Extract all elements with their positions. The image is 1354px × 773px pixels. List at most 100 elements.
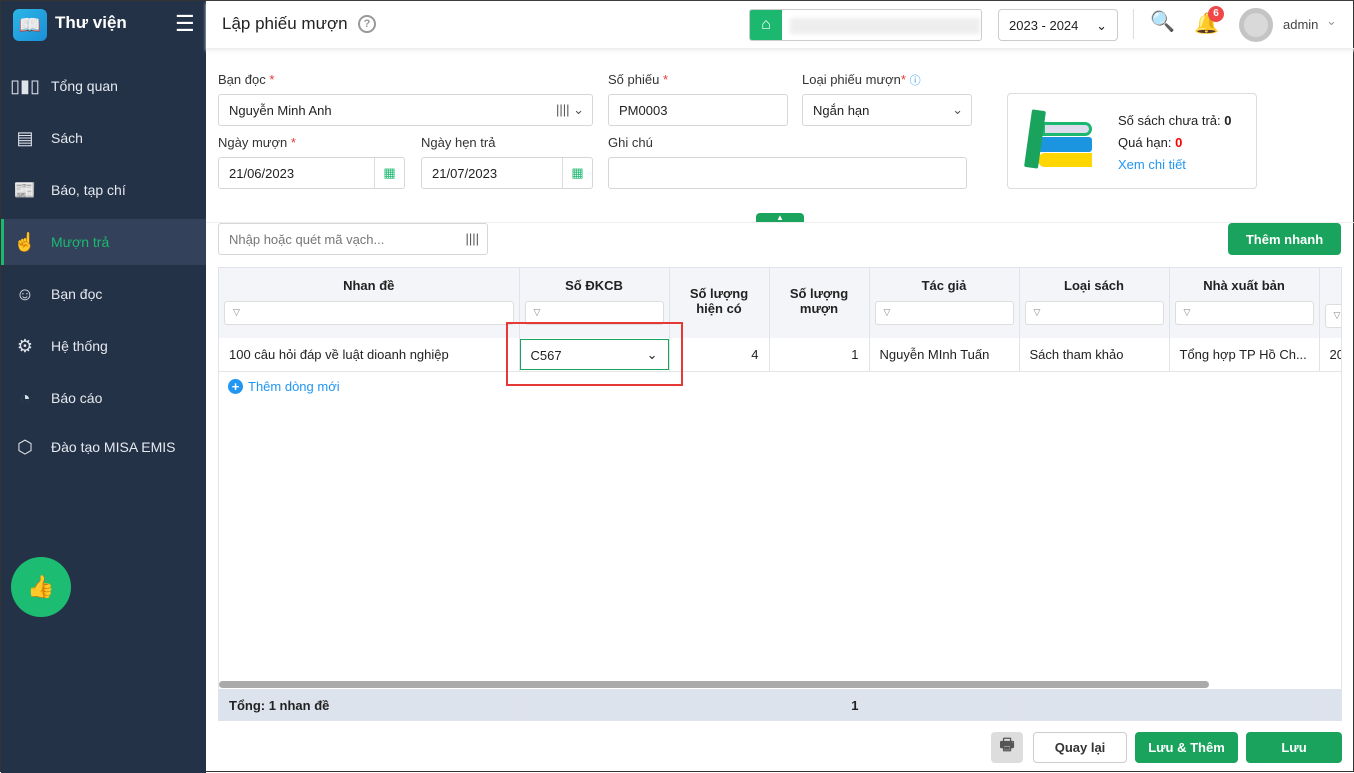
cube-icon: ⬡	[17, 436, 33, 457]
ban-doc-input[interactable]: Nguyễn Minh Anh |||| ⌄	[218, 94, 593, 126]
user-name[interactable]: admin	[1283, 17, 1318, 32]
borrow-summary-card: Số sách chưa trả: 0 Quá hạn: 0 Xem chi t…	[1007, 93, 1257, 189]
sidebar-item-ban-doc[interactable]: ☺ Bạn đọc	[1, 271, 206, 317]
chevron-down-icon[interactable]: ⌄	[1326, 13, 1337, 29]
divider	[1133, 9, 1134, 39]
cell-available: 4	[669, 338, 770, 372]
menu-toggle-icon[interactable]: ☰	[175, 11, 195, 37]
loai-phieu-value: Ngắn hạn	[813, 103, 870, 118]
app-name: Thư viện	[55, 13, 127, 32]
calendar-icon[interactable]: ▦	[562, 158, 592, 188]
notification-badge: 6	[1208, 6, 1224, 22]
add-row-link[interactable]: + Thêm dòng mới	[228, 379, 340, 394]
save-and-add-button[interactable]: Lưu & Thêm	[1135, 732, 1238, 763]
school-year-select[interactable]: 2023 - 2024 ⌄	[998, 9, 1118, 41]
horizontal-scrollbar[interactable]	[219, 681, 1209, 688]
quick-add-button[interactable]: Thêm nhanh	[1228, 223, 1341, 255]
ngay-hen-tra-input[interactable]: 21/07/2023 ▦	[421, 157, 593, 189]
borrow-icon: ☝	[13, 231, 37, 252]
barcode-icon[interactable]: ||||	[465, 231, 479, 246]
filter-input[interactable]: ▽	[1174, 301, 1314, 325]
sidebar-item-label: Báo, tạp chí	[51, 182, 126, 198]
filter-input[interactable]: ▽	[874, 301, 1014, 325]
footer-borrow-total: 1	[769, 689, 870, 720]
col-tac-gia: Tác giả ▽	[869, 268, 1020, 338]
table-row[interactable]: 100 câu hỏi đáp về luật dioanh nghiệp C5…	[219, 338, 1341, 372]
sidebar-item-he-thong[interactable]: ⚙ Hệ thống	[1, 323, 206, 369]
cell-type: Sách tham khảo	[1019, 338, 1170, 372]
back-button[interactable]: Quay lại	[1033, 732, 1127, 763]
save-button[interactable]: Lưu	[1246, 732, 1342, 763]
col-nhan-de: Nhan đề ▽	[219, 268, 520, 338]
cell-publisher: Tổng hợp TP Hồ Ch...	[1169, 338, 1320, 372]
footer-total-label: Tổng: 1 nhan đề	[219, 689, 520, 720]
ngay-hen-tra-value: 21/07/2023	[432, 166, 498, 181]
sidebar-item-label: Tổng quan	[51, 78, 118, 94]
school-year-value: 2023 - 2024	[1009, 18, 1079, 33]
table-grid: Nhan đề ▽ Số ĐKCB ▽ Số lượng hiện có Số lư…	[219, 268, 1341, 372]
col-extra: ▽	[1319, 268, 1341, 338]
filter-input[interactable]: ▽	[1324, 304, 1341, 328]
sidebar: 📖 Thư viện ☰ ▯▮▯ Tổng quan ▤ Sách 📰 Báo, tạ…	[1, 1, 206, 773]
highlight-box	[506, 322, 683, 386]
filter-input[interactable]: ▽	[1024, 301, 1164, 325]
sidebar-item-tong-quan[interactable]: ▯▮▯ Tổng quan	[1, 63, 206, 109]
cell-author: Nguyễn MInh Tuấn	[869, 338, 1020, 372]
overdue-count: Quá hạn: 0	[1118, 135, 1183, 150]
sidebar-item-dao-tao[interactable]: ⬡ Đào tạo MISA EMIS	[1, 424, 206, 470]
sidebar-item-label: Hệ thống	[51, 338, 108, 354]
books-stack-icon	[1022, 109, 1096, 172]
pie-chart-icon: ◔	[19, 387, 31, 408]
cell-title: 100 câu hỏi đáp về luật dioanh nghiệp	[219, 338, 520, 372]
home-icon: ⌂	[750, 10, 782, 40]
table-header: Nhan đề ▽ Số ĐKCB ▽ Số lượng hiện có Số lư…	[219, 268, 1341, 338]
sidebar-item-muon-tra[interactable]: ☝ Mượn trả	[1, 219, 206, 265]
barcode-input[interactable]: Nhập hoặc quét mã vạch... ||||	[218, 223, 488, 255]
unreturned-count: Số sách chưa trả: 0	[1118, 113, 1232, 128]
plus-circle-icon: +	[228, 379, 243, 394]
calendar-icon[interactable]: ▦	[374, 158, 404, 188]
table-footer: Tổng: 1 nhan đề 1	[219, 689, 1341, 720]
ghi-chu-input[interactable]	[608, 157, 967, 189]
sidebar-item-label: Đào tạo MISA EMIS	[51, 439, 176, 455]
help-icon[interactable]: ?	[358, 15, 376, 33]
view-detail-link[interactable]: Xem chi tiết	[1118, 157, 1186, 172]
filter-input[interactable]: ▽	[224, 301, 514, 325]
gear-icon: ⚙	[16, 335, 34, 356]
search-analytics-icon[interactable]: 🔍	[1150, 9, 1175, 34]
sidebar-item-label: Báo cáo	[51, 390, 103, 406]
book-icon: ▤	[16, 127, 34, 148]
header: Lập phiếu mượn ? ⌂ 2023 - 2024 ⌄ 🔍 🔔 6 ad…	[206, 1, 1354, 49]
reader-icon: ☺	[15, 283, 35, 304]
ban-doc-value: Nguyễn Minh Anh	[229, 103, 332, 118]
so-phieu-input[interactable]: PM0003	[608, 94, 788, 126]
sidebar-item-label: Mượn trả	[51, 234, 110, 250]
col-sl-hien-co: Số lượng hiện có	[669, 268, 770, 338]
newspaper-icon: 📰	[13, 179, 37, 200]
chevron-down-icon: ⌄	[952, 102, 963, 117]
cell-extra: 20	[1319, 338, 1341, 372]
cell-borrow[interactable]: 1	[769, 338, 870, 372]
print-button[interactable]: 🖶	[991, 732, 1023, 763]
barcode-chevron-icon[interactable]: |||| ⌄	[556, 102, 584, 118]
avatar[interactable]	[1239, 8, 1273, 42]
ghi-chu-label: Ghi chú	[608, 135, 653, 150]
ngay-muon-input[interactable]: 21/06/2023 ▦	[218, 157, 405, 189]
ngay-hen-tra-label: Ngày hẹn trả	[421, 135, 496, 150]
ngay-muon-value: 21/06/2023	[229, 166, 295, 181]
loai-phieu-select[interactable]: Ngắn hạn ⌄	[802, 94, 972, 126]
col-nha-xuat-ban: Nhà xuất bản ▽	[1169, 268, 1320, 338]
sidebar-item-bao-tap-chi[interactable]: 📰 Báo, tạp chí	[1, 167, 206, 213]
chevron-down-icon: ⌄	[1096, 18, 1107, 33]
col-loai-sach: Loại sách ▽	[1019, 268, 1170, 338]
rating-thumbs-up-icon[interactable]: 👍	[11, 557, 71, 617]
sidebar-item-label: Sách	[51, 130, 83, 146]
sidebar-item-bao-cao[interactable]: ◔ Báo cáo	[1, 375, 206, 421]
sidebar-item-label: Bạn đọc	[51, 286, 103, 302]
sidebar-item-sach[interactable]: ▤ Sách	[1, 115, 206, 161]
so-phieu-label: Số phiếu *	[608, 72, 669, 87]
ban-doc-label: Bạn đọc *	[218, 72, 275, 87]
info-icon[interactable]: ⓘ	[910, 75, 921, 87]
library-logo-icon: 📖	[13, 9, 47, 41]
school-selector[interactable]: ⌂	[749, 9, 982, 41]
